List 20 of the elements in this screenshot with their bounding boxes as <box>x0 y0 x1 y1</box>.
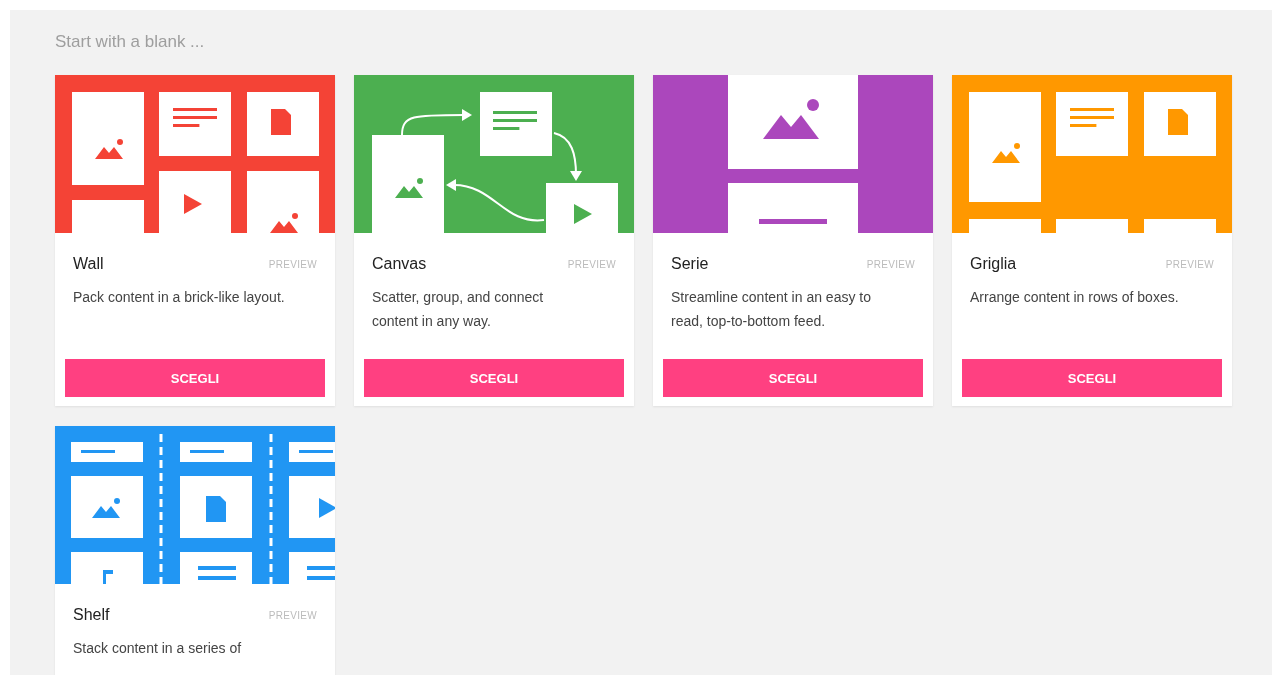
card-title: Canvas <box>372 255 427 273</box>
card-title: Griglia <box>970 255 1017 273</box>
preview-label: PREVIEW <box>268 609 317 621</box>
card-description: Arrange content in rows of boxes. <box>970 288 1180 307</box>
choose-button[interactable]: SCEGLI <box>65 359 325 397</box>
choose-button[interactable]: SCEGLI <box>663 359 923 397</box>
card-title: Shelf <box>73 606 110 624</box>
card-description: Scatter, group, and connect content in any way. <box>372 288 545 331</box>
card-title: Wall <box>73 255 104 273</box>
preview-label: PREVIEW <box>268 258 317 270</box>
preview-label: PREVIEW <box>567 258 616 270</box>
choose-button[interactable]: SCEGLI <box>962 359 1222 397</box>
card-description: Stack content in a series of <box>73 639 243 658</box>
card-description: Pack content in a brick-like layout. <box>73 288 286 307</box>
choose-button[interactable]: SCEGLI <box>364 359 624 397</box>
card-description: Streamline content in an easy to read, top-to-bottom feed. <box>671 288 872 331</box>
preview-label: PREVIEW <box>1165 258 1214 270</box>
preview-label: PREVIEW <box>866 258 915 270</box>
card-title: Serie <box>671 255 709 273</box>
section-heading: Start with a blank ... <box>55 32 206 52</box>
